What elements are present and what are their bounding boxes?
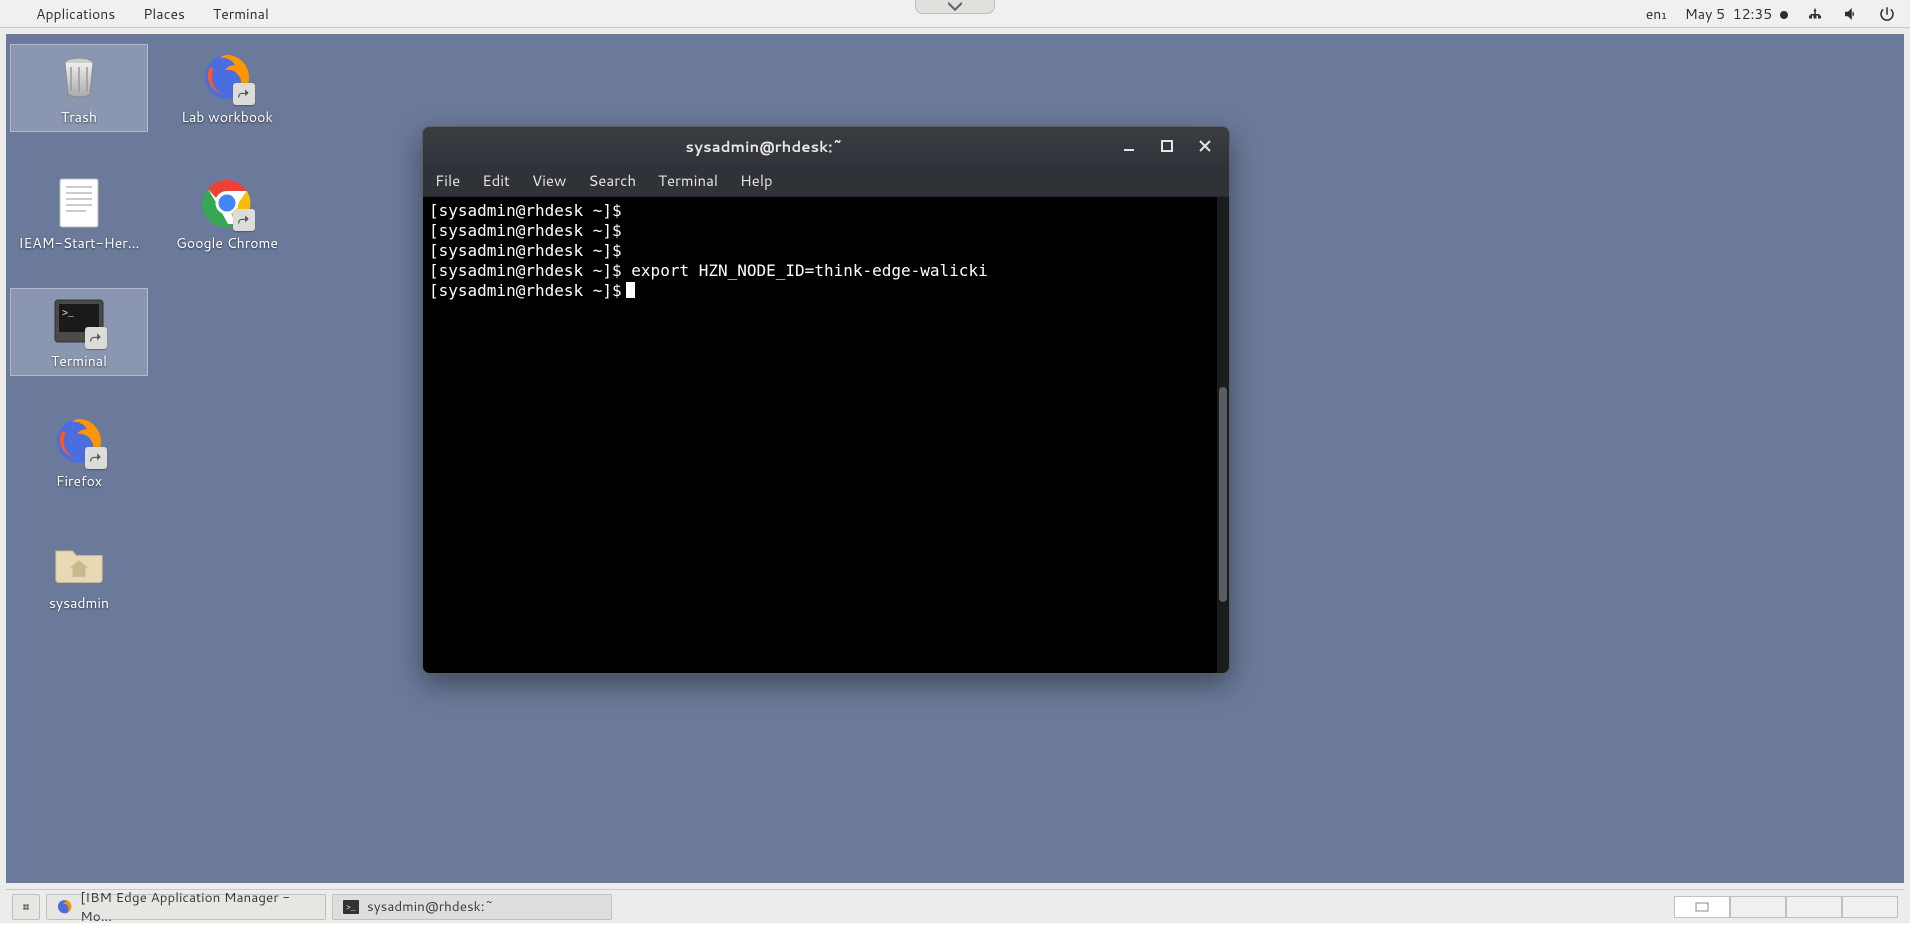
desktop-icon-label: Lab workbook: [181, 107, 273, 127]
show-desktop-button[interactable]: [12, 894, 40, 920]
terminal-titlebar[interactable]: sysadmin@rhdesk:~: [423, 127, 1229, 165]
menu-applications[interactable]: Applications: [36, 4, 115, 24]
workspace-switcher[interactable]: [1674, 896, 1898, 918]
home-folder-icon: [53, 537, 105, 589]
terminal-line: [sysadmin@rhdesk ~]$: [429, 221, 1223, 241]
taskbar-item-label: sysadmin@rhdesk:~: [367, 897, 494, 916]
window-close-button[interactable]: [1197, 138, 1213, 154]
chrome-icon: [201, 177, 253, 229]
workspace-4[interactable]: [1842, 896, 1898, 918]
terminal-line: [sysadmin@rhdesk ~]$: [429, 201, 1223, 221]
taskbar-item-firefox[interactable]: [IBM Edge Application Manager - Mo…: [46, 894, 326, 920]
desktop-icon-label: Google Chrome: [176, 233, 278, 253]
window-maximize-button[interactable]: [1159, 138, 1175, 154]
firefox-icon: [53, 415, 105, 467]
desktop-icon-ieam-doc[interactable]: IEAM-Start-Her…: [10, 170, 148, 258]
desktop-icon-terminal[interactable]: >_ Terminal: [10, 288, 148, 376]
terminal-menu-help[interactable]: Help: [740, 170, 773, 191]
shortcut-badge-icon: [85, 327, 107, 349]
panel-notch-expand[interactable]: [915, 0, 995, 14]
gnome-top-panel: Applications Places Terminal en₁ May 5 1…: [0, 0, 1910, 28]
outer-frame: Trash IEAM-Start-Her… >_ Terminal: [0, 28, 1910, 923]
desktop-icon-label: Trash: [61, 107, 97, 127]
window-minimize-button[interactable]: [1121, 138, 1137, 154]
menu-terminal[interactable]: Terminal: [213, 4, 269, 24]
panel-date[interactable]: May 5 12:35: [1685, 4, 1788, 24]
terminal-title: sysadmin@rhdesk:~: [423, 136, 1105, 157]
workspace-3[interactable]: [1786, 896, 1842, 918]
firefox-icon: [201, 51, 253, 103]
terminal-scrollbar[interactable]: [1217, 197, 1229, 673]
svg-text:>_: >_: [62, 309, 75, 320]
workspace-2[interactable]: [1730, 896, 1786, 918]
desktop-icon-firefox[interactable]: Firefox: [10, 408, 148, 496]
firefox-icon: [57, 899, 72, 915]
desktop-icon-google-chrome[interactable]: Google Chrome: [158, 170, 296, 258]
terminal-line: [sysadmin@rhdesk ~]$: [429, 241, 1223, 261]
terminal-body[interactable]: [sysadmin@rhdesk ~]$[sysadmin@rhdesk ~]$…: [423, 197, 1229, 673]
trash-icon: [53, 51, 105, 103]
terminal-line: [sysadmin@rhdesk ~]$: [429, 281, 1223, 301]
power-icon[interactable]: [1878, 5, 1896, 23]
desktop-icon-lab-workbook[interactable]: Lab workbook: [158, 44, 296, 132]
shortcut-badge-icon: [85, 447, 107, 469]
network-icon[interactable]: [1806, 5, 1824, 23]
terminal-menu-view[interactable]: View: [532, 170, 567, 191]
document-icon: [53, 177, 105, 229]
shortcut-badge-icon: [233, 83, 255, 105]
menu-places[interactable]: Places: [143, 4, 185, 24]
terminal-cursor: [626, 282, 635, 298]
taskbar-item-label: [IBM Edge Application Manager - Mo…: [80, 888, 315, 926]
desktop-icon-trash[interactable]: Trash: [10, 44, 148, 132]
desktop-icon-label: Terminal: [51, 351, 107, 371]
terminal-line: [sysadmin@rhdesk ~]$ export HZN_NODE_ID=…: [429, 261, 1223, 281]
terminal-icon: >_: [343, 899, 359, 915]
terminal-icon: >_: [53, 295, 105, 347]
shortcut-badge-icon: [233, 209, 255, 231]
input-language[interactable]: en₁: [1646, 4, 1667, 24]
taskbar-item-terminal[interactable]: >_ sysadmin@rhdesk:~: [332, 894, 612, 920]
desktop-icon-column-1: Trash IEAM-Start-Her… >_ Terminal: [10, 44, 148, 618]
terminal-menu-edit[interactable]: Edit: [482, 170, 510, 191]
volume-icon[interactable]: [1842, 5, 1860, 23]
desktop-icon-sysadmin[interactable]: sysadmin: [10, 530, 148, 618]
desktop-icon-label: Firefox: [56, 471, 102, 491]
bottom-taskbar: [IBM Edge Application Manager - Mo… >_ s…: [6, 889, 1904, 923]
terminal-window[interactable]: sysadmin@rhdesk:~ File Edit View Search …: [422, 126, 1230, 674]
terminal-menu-file[interactable]: File: [435, 170, 460, 191]
desktop[interactable]: Trash IEAM-Start-Her… >_ Terminal: [6, 34, 1904, 883]
terminal-menubar: File Edit View Search Terminal Help: [423, 165, 1229, 197]
scrollbar-thumb[interactable]: [1219, 387, 1227, 601]
desktop-icon-label: IEAM-Start-Her…: [18, 233, 139, 253]
svg-text:>_: >_: [346, 904, 356, 913]
desktop-icon-column-2: Lab workbook Google Chrome: [158, 44, 296, 258]
terminal-menu-terminal[interactable]: Terminal: [658, 170, 718, 191]
desktop-icon-label: sysadmin: [49, 593, 109, 613]
notification-dot-icon: [1780, 11, 1788, 19]
workspace-1[interactable]: [1674, 896, 1730, 918]
terminal-menu-search[interactable]: Search: [588, 170, 636, 191]
